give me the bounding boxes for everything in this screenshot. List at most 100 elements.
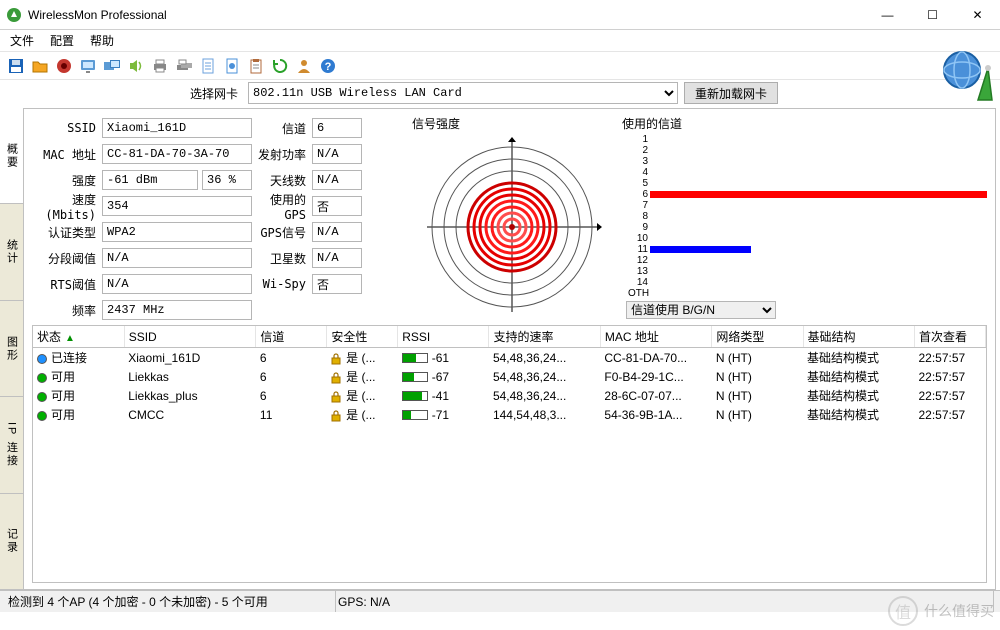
table-row[interactable]: 已连接Xiaomi_161D6 是 (...-6154,48,36,24...C…: [33, 348, 986, 368]
gps-used-label: 使用的GPS: [252, 191, 312, 222]
mac-value: CC-81-DA-70-3A-70: [102, 144, 252, 164]
col-header-7[interactable]: 网络类型: [712, 326, 803, 348]
strength-pct-value: 36 %: [202, 170, 252, 190]
minimize-button[interactable]: —: [865, 0, 910, 30]
channel-usage-panel: 使用的信道 1234567891011121314OTH 信道使用 B/G/N: [622, 115, 987, 319]
col-header-9[interactable]: 首次查看: [914, 326, 985, 348]
desktop-icon[interactable]: [76, 54, 100, 78]
channel-usage-plot: 1234567891011121314OTH: [622, 134, 987, 299]
channel-row-1: 1: [650, 134, 987, 145]
speed-value: 354: [102, 196, 252, 216]
menu-config[interactable]: 配置: [42, 30, 82, 51]
folder-icon[interactable]: [28, 54, 52, 78]
watermark-text: 什么值得买: [924, 601, 994, 621]
strength-label: 强度: [32, 172, 102, 189]
wispy-label: Wi-Spy: [252, 277, 312, 291]
clipboard-icon[interactable]: [244, 54, 268, 78]
auth-value: WPA2: [102, 222, 252, 242]
sat-value: N/A: [312, 248, 362, 268]
gps-signal-label: GPS信号: [252, 224, 312, 241]
channel-row-4: 4: [650, 167, 987, 178]
content-pane: SSID Xiaomi_161D 信道 6 MAC 地址 CC-81-DA-70…: [24, 108, 996, 590]
channel-row-7: 7: [650, 200, 987, 211]
col-header-1[interactable]: SSID: [124, 326, 256, 348]
vtab-3[interactable]: IP 连接: [0, 397, 23, 493]
help-icon[interactable]: ?: [316, 54, 340, 78]
status-dot-icon: [37, 411, 47, 421]
col-header-3[interactable]: 安全性: [327, 326, 398, 348]
col-header-4[interactable]: RSSI: [398, 326, 489, 348]
record-icon[interactable]: [52, 54, 76, 78]
ssid-value: Xiaomi_161D: [102, 118, 252, 138]
channel-row-6: 6: [650, 189, 987, 200]
printers-icon[interactable]: [172, 54, 196, 78]
sort-arrow-icon: ▲: [65, 333, 75, 344]
menu-help[interactable]: 帮助: [82, 30, 122, 51]
ssid-label: SSID: [32, 121, 102, 135]
frag-value: N/A: [102, 248, 252, 268]
watermark-icon: 值: [888, 596, 918, 626]
reload-adapter-button[interactable]: 重新加载网卡: [684, 82, 778, 104]
watermark: 值 什么值得买: [888, 596, 994, 626]
gps-used-value: 否: [312, 196, 362, 216]
col-header-6[interactable]: MAC 地址: [600, 326, 711, 348]
col-header-5[interactable]: 支持的速率: [489, 326, 600, 348]
signal-strength-header: 信号强度: [412, 115, 612, 134]
txpower-value: N/A: [312, 144, 362, 164]
channel-bar-6: [650, 191, 987, 198]
vtab-1[interactable]: 统计: [0, 204, 23, 300]
col-header-8[interactable]: 基础结构: [803, 326, 914, 348]
main-area: 概要统计图形IP 连接记录 SSID Xiaomi_161D 信道 6 MAC …: [0, 108, 1000, 590]
col-header-2[interactable]: 信道: [256, 326, 327, 348]
channel-bar-11: [650, 246, 751, 253]
channel-row-2: 2: [650, 145, 987, 156]
adapter-selector-row: 选择网卡 802.11n USB Wireless LAN Card 重新加载网…: [0, 80, 1000, 108]
channel-mode-select[interactable]: 信道使用 B/G/N: [626, 301, 776, 319]
multimonitor-icon[interactable]: [100, 54, 124, 78]
adapter-label: 选择网卡: [190, 85, 238, 102]
vtab-0[interactable]: 概要: [0, 108, 23, 204]
info-form: SSID Xiaomi_161D 信道 6 MAC 地址 CC-81-DA-70…: [32, 115, 402, 319]
rts-label: RTS阈值: [32, 276, 102, 293]
table-row[interactable]: 可用Liekkas_plus6 是 (...-4154,48,36,24...2…: [33, 386, 986, 405]
lock-icon: [331, 391, 341, 403]
status-detect: 检测到 4 个AP (4 个加密 - 0 个未加密) - 5 个可用: [6, 591, 336, 612]
network-list: 状态▲SSID信道安全性RSSI支持的速率MAC 地址网络类型基础结构首次查看 …: [32, 325, 987, 583]
channel-row-9: 9: [650, 222, 987, 233]
title-bar: WirelessMon Professional — ☐ ✕: [0, 0, 1000, 30]
vtab-4[interactable]: 记录: [0, 494, 23, 590]
app-logo-icon: [6, 7, 22, 23]
auth-label: 认证类型: [32, 224, 102, 241]
col-header-0[interactable]: 状态▲: [33, 326, 124, 348]
channel-row-3: 3: [650, 156, 987, 167]
channel-row-8: 8: [650, 211, 987, 222]
maximize-button[interactable]: ☐: [910, 0, 955, 30]
speed-label: 速度(Mbits): [32, 191, 102, 222]
network-table[interactable]: 状态▲SSID信道安全性RSSI支持的速率MAC 地址网络类型基础结构首次查看 …: [33, 326, 986, 424]
close-button[interactable]: ✕: [955, 0, 1000, 30]
rssi-bar-icon: [402, 353, 428, 363]
freq-label: 频率: [32, 302, 102, 319]
table-row[interactable]: 可用Liekkas6 是 (...-6754,48,36,24...F0-B4-…: [33, 367, 986, 386]
refresh-icon[interactable]: [268, 54, 292, 78]
vtab-2[interactable]: 图形: [0, 301, 23, 397]
channel-row-11: 11: [650, 244, 987, 255]
script-icon[interactable]: [220, 54, 244, 78]
window-title: WirelessMon Professional: [28, 8, 865, 22]
gps-signal-value: N/A: [312, 222, 362, 242]
status-dot-icon: [37, 354, 47, 364]
print-icon[interactable]: [148, 54, 172, 78]
report-icon[interactable]: [196, 54, 220, 78]
svg-text:?: ?: [325, 61, 332, 73]
save-icon[interactable]: [4, 54, 28, 78]
channel-row-10: 10: [650, 233, 987, 244]
signal-radar: [412, 134, 612, 319]
top-panel: SSID Xiaomi_161D 信道 6 MAC 地址 CC-81-DA-70…: [24, 109, 995, 323]
strength-dbm-value: -61 dBm: [102, 170, 198, 190]
person-icon[interactable]: [292, 54, 316, 78]
table-row[interactable]: 可用CMCC11 是 (...-71144,54,48,3...54-36-9B…: [33, 405, 986, 424]
adapter-select[interactable]: 802.11n USB Wireless LAN Card: [248, 82, 678, 104]
menu-file[interactable]: 文件: [2, 30, 42, 51]
channel-row-12: 12: [650, 255, 987, 266]
sound-icon[interactable]: [124, 54, 148, 78]
